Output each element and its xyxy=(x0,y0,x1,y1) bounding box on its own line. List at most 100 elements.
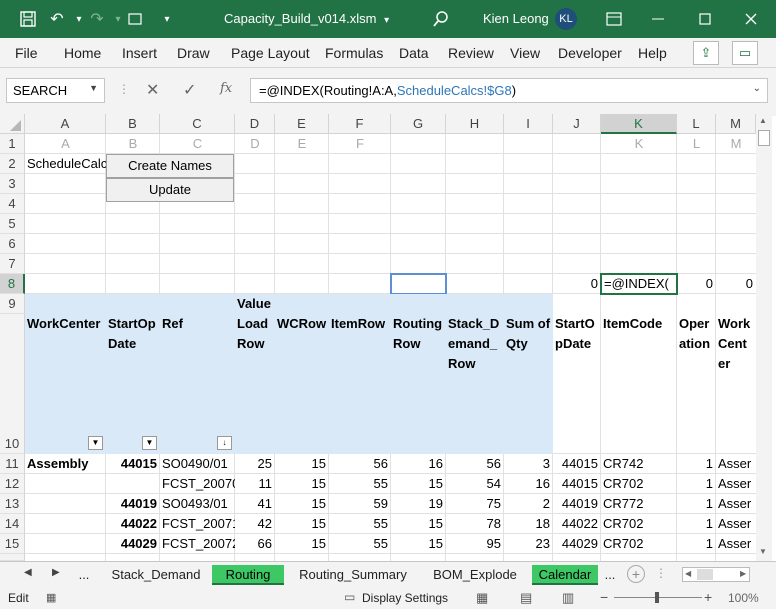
sheet-tab-calendar[interactable]: Calendar xyxy=(532,565,598,585)
maximize-icon[interactable] xyxy=(694,8,716,30)
cell-startopdate-j[interactable]: 44029 xyxy=(553,534,601,554)
zoom-in-icon[interactable]: + xyxy=(704,589,712,605)
add-sheet-icon[interactable]: + xyxy=(627,565,645,583)
header-startop-1[interactable]: StartOp xyxy=(108,314,160,334)
menu-view[interactable]: View xyxy=(510,45,540,61)
cell-ref[interactable]: FCST_20072 xyxy=(162,534,235,554)
row-header[interactable]: 7 xyxy=(0,254,25,274)
header-stack-1[interactable]: Stack_D xyxy=(448,314,504,334)
cell-wcrow[interactable]: 15 xyxy=(275,514,329,534)
column-header-a[interactable]: A xyxy=(25,114,106,134)
scroll-left-icon[interactable]: ◀ xyxy=(685,569,691,578)
sheet-tab-routing-summary[interactable]: Routing_Summary xyxy=(290,565,416,585)
cell-sum-qty[interactable]: 2 xyxy=(504,494,553,514)
column-header-l[interactable]: L xyxy=(677,114,716,134)
row-header[interactable]: 11 xyxy=(0,454,25,474)
page-layout-view-icon[interactable]: ▤ xyxy=(520,590,532,606)
cell-sum-qty[interactable]: 3 xyxy=(504,454,553,474)
header-ref[interactable]: Ref xyxy=(162,314,234,334)
display-settings-label[interactable]: Display Settings xyxy=(362,591,448,605)
formula-input[interactable]: =@INDEX(Routing!A:A,ScheduleCalcs!$G8) ⌄ xyxy=(250,78,768,103)
cell-l8[interactable]: 0 xyxy=(677,274,716,294)
sheet-tab-routing[interactable]: Routing xyxy=(212,565,284,585)
row-header[interactable]: 6 xyxy=(0,234,25,254)
expand-formula-icon[interactable]: ⌄ xyxy=(753,83,761,94)
row-header[interactable]: 8 xyxy=(0,274,25,294)
cell-workcenter-m[interactable]: Asser xyxy=(718,494,756,514)
workbook-title[interactable]: Capacity_Build_v014.xlsm ▾ xyxy=(224,11,389,26)
scroll-tabs-right-icon[interactable]: ▶ xyxy=(52,567,60,578)
save-icon[interactable] xyxy=(17,8,39,30)
column-header-k[interactable]: K xyxy=(601,114,677,134)
menu-data[interactable]: Data xyxy=(399,45,429,61)
scroll-up-icon[interactable]: ▲ xyxy=(759,116,767,125)
cell-wcrow[interactable]: 15 xyxy=(275,534,329,554)
row-header[interactable]: 2 xyxy=(0,154,25,174)
customize-toolbar-icon[interactable]: ▾ xyxy=(156,8,178,30)
cell-startopdate-j[interactable]: 44015 xyxy=(553,454,601,474)
cell-ref[interactable]: FCST_20071 xyxy=(162,514,235,534)
header-startopdate-1[interactable]: StartO xyxy=(555,314,601,334)
cell-wcrow[interactable]: 15 xyxy=(275,474,329,494)
row-header[interactable]: 15 xyxy=(0,534,25,554)
cell-stack-demand-row[interactable]: 75 xyxy=(446,494,504,514)
row-header[interactable]: 4 xyxy=(0,194,25,214)
menu-help[interactable]: Help xyxy=(638,45,667,61)
cell-itemcode[interactable]: CR702 xyxy=(603,474,677,494)
display-settings-icon[interactable]: ▭ xyxy=(344,590,355,604)
header-routing-1[interactable]: Routing xyxy=(393,314,446,334)
cell-workcenter-m[interactable]: Asser xyxy=(718,454,756,474)
column-header-m[interactable]: M xyxy=(716,114,756,134)
active-cell-k8[interactable]: =@INDEX( xyxy=(600,273,678,295)
redo-icon[interactable]: ↷ xyxy=(86,8,108,30)
name-box-dropdown-icon[interactable]: ▼ xyxy=(89,83,98,93)
select-all-corner[interactable] xyxy=(0,114,25,134)
menu-home[interactable]: Home xyxy=(64,45,101,61)
filter-dropdown-icon[interactable]: ▼ xyxy=(88,436,103,450)
horizontal-scrollbar[interactable]: ◀ ▶ xyxy=(682,567,750,582)
scroll-down-icon[interactable]: ▼ xyxy=(759,547,767,556)
header-workcenter[interactable]: WorkCenter xyxy=(27,314,105,334)
menu-page-layout[interactable]: Page Layout xyxy=(231,45,310,61)
sheet-tab-stack-demand[interactable]: Stack_Demand xyxy=(102,565,210,585)
sheet-tab-more-right[interactable]: ... xyxy=(598,565,622,585)
cell-startopdate[interactable]: 44015 xyxy=(106,454,160,474)
cell-sum-qty[interactable]: 18 xyxy=(504,514,553,534)
row-header[interactable]: 3 xyxy=(0,174,25,194)
column-header-d[interactable]: D xyxy=(235,114,275,134)
cell-itemrow[interactable]: 55 xyxy=(329,534,391,554)
cell-startopdate[interactable]: 44019 xyxy=(106,494,160,514)
header-wcrow[interactable]: WCRow xyxy=(277,314,329,334)
cell-value-load-row[interactable]: 11 xyxy=(235,474,275,494)
cell-routing-row[interactable]: 15 xyxy=(391,534,446,554)
cell-a2[interactable]: ScheduleCalc xyxy=(27,154,107,174)
cell-itemcode[interactable]: CR772 xyxy=(603,494,677,514)
zoom-slider-thumb[interactable] xyxy=(655,592,659,603)
sheet-tab-more-left[interactable]: ... xyxy=(72,565,96,585)
cell-j8[interactable]: 0 xyxy=(553,274,601,294)
row-header[interactable]: 9 xyxy=(0,294,25,314)
cell-workcenter-m[interactable]: Asser xyxy=(718,514,756,534)
undo-icon[interactable]: ↶ xyxy=(46,8,68,30)
cell-startopdate-j[interactable]: 44015 xyxy=(553,474,601,494)
cell-ref[interactable]: FCST_20070 xyxy=(162,474,235,494)
create-names-button[interactable]: Create Names xyxy=(106,154,234,178)
cell-operation[interactable]: 1 xyxy=(677,534,716,554)
h-scroll-thumb[interactable] xyxy=(697,569,713,580)
column-header-b[interactable]: B xyxy=(106,114,160,134)
cell-value-load-row[interactable]: 42 xyxy=(235,514,275,534)
header-workcenter-m-1[interactable]: Work xyxy=(718,314,756,334)
row-header[interactable]: 1 xyxy=(0,134,25,154)
cell-itemcode[interactable]: CR742 xyxy=(603,454,677,474)
ribbon-display-icon[interactable] xyxy=(603,8,625,30)
header-value-load-1[interactable]: Value xyxy=(237,294,275,314)
cell-operation[interactable]: 1 xyxy=(677,454,716,474)
cell-stack-demand-row[interactable]: 78 xyxy=(446,514,504,534)
row-header[interactable]: 12 xyxy=(0,474,25,494)
cell-itemrow[interactable]: 55 xyxy=(329,474,391,494)
row-header[interactable]: 14 xyxy=(0,514,25,534)
page-break-view-icon[interactable]: ▥ xyxy=(562,590,574,606)
column-header-f[interactable]: F xyxy=(329,114,391,134)
header-itemrow[interactable]: ItemRow xyxy=(331,314,391,334)
header-itemcode[interactable]: ItemCode xyxy=(603,314,677,334)
